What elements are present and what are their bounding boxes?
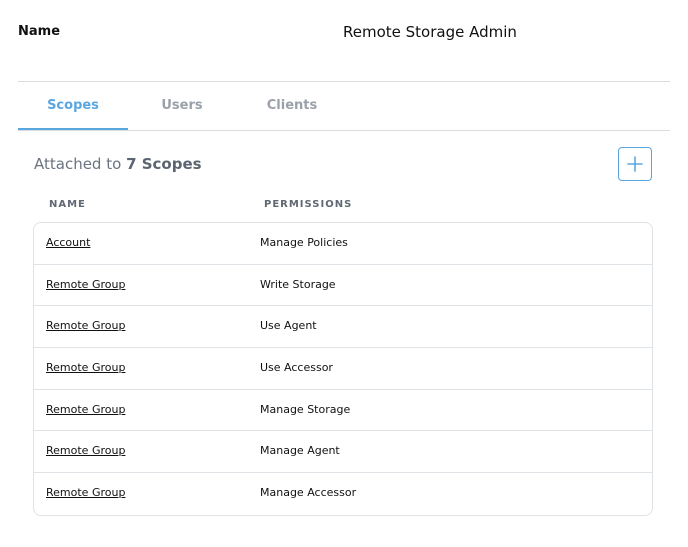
section-title-prefix: Attached to [34, 155, 122, 173]
table-row: Remote Group Manage Accessor [34, 473, 652, 515]
tab-users[interactable]: Users [127, 82, 237, 130]
section-title: Attached to 7 Scopes [34, 155, 202, 173]
section-title-count: 7 Scopes [126, 155, 202, 173]
tab-scopes[interactable]: Scopes [18, 82, 128, 131]
name-label: Name [18, 24, 61, 39]
scope-name-link[interactable]: Remote Group [46, 486, 125, 499]
table-row: Remote Group Write Storage [34, 265, 652, 307]
scope-name-link[interactable]: Remote Group [46, 444, 125, 457]
scope-name-link[interactable]: Remote Group [46, 278, 125, 291]
name-value: Remote Storage Admin [343, 23, 517, 41]
scope-permission: Manage Accessor [260, 486, 357, 500]
scope-permission: Use Accessor [260, 361, 333, 375]
scope-permission: Use Agent [260, 319, 317, 333]
tabs-divider [18, 130, 670, 131]
table-row: Remote Group Use Agent [34, 306, 652, 349]
scopes-table: Account Manage Policies Remote Group Wri… [33, 222, 653, 516]
scope-name-link[interactable]: Account [46, 236, 90, 249]
plus-icon [627, 156, 643, 172]
scope-name-link[interactable]: Remote Group [46, 361, 125, 374]
tab-clients[interactable]: Clients [237, 82, 347, 130]
scope-name-link[interactable]: Remote Group [46, 319, 125, 332]
table-row: Remote Group Manage Agent [34, 431, 652, 474]
column-header-permissions: PERMISSIONS [264, 199, 353, 210]
scope-permission: Manage Policies [260, 236, 348, 249]
scope-permission: Write Storage [260, 277, 336, 291]
scope-permission: Manage Agent [260, 444, 340, 458]
table-row: Remote Group Manage Storage [34, 390, 652, 432]
name-row: Name Remote Storage Admin [18, 23, 670, 44]
scope-name-link[interactable]: Remote Group [46, 403, 125, 416]
column-header-name: NAME [49, 199, 86, 210]
table-row: Remote Group Use Accessor [34, 348, 652, 390]
scope-permission: Manage Storage [260, 402, 351, 416]
tab-bar: Scopes Users Clients [18, 82, 670, 131]
table-row: Account Manage Policies [34, 223, 652, 265]
add-scope-button[interactable] [618, 147, 652, 181]
